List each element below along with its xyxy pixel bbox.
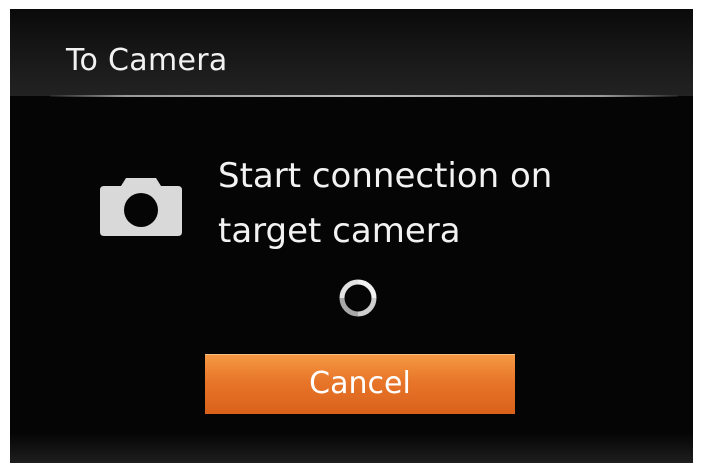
status-message-line-1: Start connection on — [218, 156, 553, 196]
camera-screen: To Camera Start connection on target cam… — [10, 9, 693, 463]
status-message: Start connection on target camera — [218, 149, 658, 259]
camera-icon — [100, 178, 182, 236]
header-divider — [50, 95, 678, 97]
screen-title: To Camera — [66, 43, 228, 78]
header-bar: To Camera — [10, 9, 693, 96]
status-message-line-2: target camera — [218, 211, 461, 251]
loading-spinner-icon — [339, 279, 377, 317]
cancel-button[interactable]: Cancel — [205, 354, 515, 414]
bottom-glow — [10, 433, 693, 463]
